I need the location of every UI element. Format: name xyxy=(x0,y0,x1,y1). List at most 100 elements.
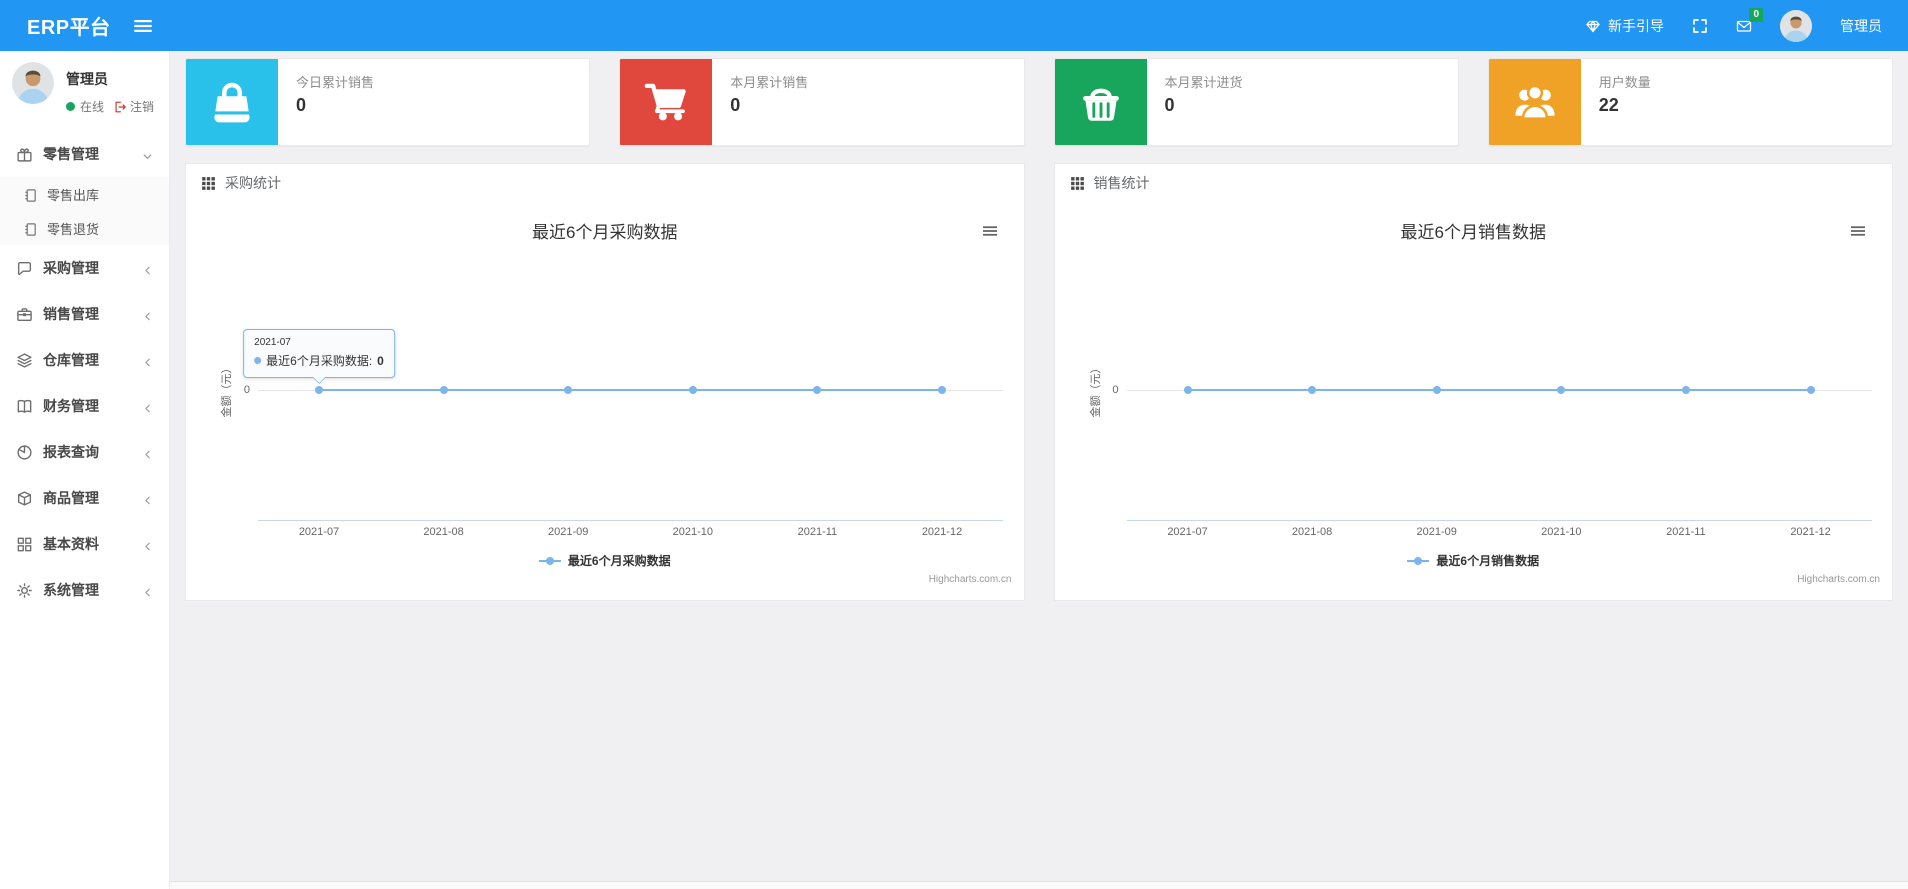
y-axis-title: 金额（元） xyxy=(1089,362,1102,418)
stat-card-label: 本月累计进货 xyxy=(1164,75,1243,90)
navbar-user-name: 管理员 xyxy=(1840,17,1882,34)
stat-card-icon-box xyxy=(1054,59,1147,145)
online-status-dot xyxy=(66,102,75,111)
top-navbar: ERP平台 新手引导 0 管理员 xyxy=(0,0,1908,51)
data-point-marker[interactable] xyxy=(938,386,946,394)
book-icon xyxy=(17,400,32,414)
guide-button[interactable]: 新手引导 xyxy=(1585,16,1664,36)
y-axis-tick-label: 0 xyxy=(243,384,250,396)
tooltip-series-text: 最近6个月采购数据: xyxy=(266,354,373,368)
data-point-marker[interactable] xyxy=(1806,386,1815,394)
stat-card-label: 本月累计销售 xyxy=(730,75,809,90)
sidebar-toggle-button[interactable] xyxy=(133,16,153,36)
stat-card-today-sales: 今日累计销售 0 xyxy=(185,58,591,146)
chevron-left-icon xyxy=(145,266,150,275)
x-axis-label: 2021-07 xyxy=(298,526,340,538)
stat-card-value: 22 xyxy=(1598,95,1619,115)
th-icon xyxy=(1070,176,1084,190)
legend-item[interactable]: 最近6个月采购数据 xyxy=(186,552,1024,569)
gear-icon xyxy=(17,583,32,599)
data-point-marker[interactable] xyxy=(1557,386,1566,394)
data-point-marker[interactable] xyxy=(564,386,573,394)
x-axis-label: 2021-12 xyxy=(1790,526,1831,538)
x-axis-label: 2021-08 xyxy=(1291,526,1333,538)
sidebar: 管理员 在线 注销 零售管理 零售出库 零售退货 采购管理 销售管理 仓库管理 财务管理 报表… xyxy=(0,51,170,889)
stat-card-value: 0 xyxy=(1164,95,1175,115)
sidebar-item-reports[interactable]: 报表查询 xyxy=(0,429,169,475)
sidebar-item-retail-outbound[interactable]: 零售出库 xyxy=(0,177,169,211)
gem-icon xyxy=(1586,20,1600,32)
package-icon xyxy=(17,491,32,506)
data-point-marker[interactable] xyxy=(439,386,448,394)
tooltip-series-dot xyxy=(254,357,262,364)
sidebar-item-purchase[interactable]: 采购管理 xyxy=(0,245,169,291)
x-axis-line xyxy=(258,520,1003,521)
briefcase-icon xyxy=(17,308,32,322)
sidebar-item-basic-data[interactable]: 基本资料 xyxy=(0,521,169,567)
purchase-chart: 最近6个月采购数据 金额（元） 0 2021-07 2021-08 2021-09 2021… xyxy=(186,202,1024,600)
legend-item[interactable]: 最近6个月销售数据 xyxy=(1055,552,1893,569)
comment-icon xyxy=(17,262,32,276)
fullscreen-button[interactable] xyxy=(1692,18,1708,34)
data-point-marker[interactable] xyxy=(1681,386,1690,394)
stat-cards-row: 今日累计销售 0 本月累计销售 0 本月累计进货 0 用户数量 22 xyxy=(185,58,1893,146)
navbar-right: 新手引导 0 管理员 xyxy=(1585,7,1908,42)
layers-icon xyxy=(17,353,32,368)
x-axis-label: 2021-10 xyxy=(672,526,713,538)
chevron-left-icon xyxy=(145,450,150,459)
stat-card-icon-box xyxy=(620,59,713,145)
grid-icon xyxy=(17,537,32,552)
gift-icon xyxy=(17,148,32,162)
data-point-marker[interactable] xyxy=(813,386,822,394)
sidebar-item-system[interactable]: 系统管理 xyxy=(0,567,169,613)
chart-export-menu-button[interactable] xyxy=(1850,222,1866,238)
legend-marker-icon xyxy=(1407,556,1430,565)
stat-card-icon-box xyxy=(1488,59,1581,145)
logout-link[interactable]: 注销 xyxy=(113,98,154,115)
chevron-left-icon xyxy=(145,312,150,321)
sidebar-item-warehouse[interactable]: 仓库管理 xyxy=(0,337,169,383)
data-point-marker[interactable] xyxy=(1308,386,1317,394)
hamburger-icon xyxy=(133,19,152,32)
stat-card-user-count: 用户数量 22 xyxy=(1487,58,1893,146)
sidebar-menu: 零售管理 零售出库 零售退货 采购管理 销售管理 仓库管理 财务管理 报表查询 商品管理 基本资料… xyxy=(0,131,169,613)
navbar-avatar[interactable] xyxy=(1780,9,1812,42)
charts-row: 采购统计 最近6个月采购数据 金额（元） 0 2021-07 2021-08 2021-0… xyxy=(185,163,1893,601)
avatar-icon xyxy=(12,62,54,104)
tooltip-value: 0 xyxy=(377,353,384,368)
sidebar-user-name: 管理员 xyxy=(66,71,108,87)
messages-button[interactable]: 0 xyxy=(1736,7,1763,34)
panel-purchase-stats: 采购统计 最近6个月采购数据 金额（元） 0 2021-07 2021-08 2021-0… xyxy=(185,163,1025,601)
sidebar-item-goods[interactable]: 商品管理 xyxy=(0,475,169,521)
x-axis-label: 2021-12 xyxy=(921,526,963,538)
stat-card-value: 0 xyxy=(296,95,307,115)
y-axis-title: 金额（元） xyxy=(221,362,233,418)
data-point-marker[interactable] xyxy=(1183,386,1192,394)
series-line xyxy=(1187,389,1811,391)
panel-sales-stats: 销售统计 最近6个月销售数据 金额（元） 0 2021-07 2021-08 2021-0… xyxy=(1053,163,1893,601)
stat-card-value: 0 xyxy=(730,95,741,115)
sidebar-user-panel: 管理员 在线 注销 xyxy=(0,51,169,123)
data-point-marker[interactable] xyxy=(315,386,323,394)
x-axis-label: 2021-10 xyxy=(1541,526,1582,538)
chart-title: 最近6个月采购数据 xyxy=(532,223,678,242)
online-status-label: 在线 xyxy=(80,100,105,114)
guide-label: 新手引导 xyxy=(1608,17,1664,34)
chevron-left-icon xyxy=(145,496,150,505)
export-menu-icon xyxy=(982,226,997,236)
sidebar-item-finance[interactable]: 财务管理 xyxy=(0,383,169,429)
data-point-marker[interactable] xyxy=(1432,386,1441,394)
stat-card-month-purchase: 本月累计进货 0 xyxy=(1053,58,1459,146)
panel-purchase-header: 采购统计 xyxy=(186,164,1024,202)
chevron-down-icon xyxy=(143,154,152,160)
sidebar-item-retail[interactable]: 零售管理 xyxy=(0,131,169,177)
pie-icon xyxy=(17,445,32,460)
highcharts-credits-link[interactable]: Highcharts.com.cn xyxy=(1797,574,1880,585)
sidebar-item-retail-return[interactable]: 零售退货 xyxy=(0,211,169,245)
chart-export-menu-button[interactable] xyxy=(982,222,998,238)
sidebar-avatar[interactable] xyxy=(12,62,54,104)
tooltip-category: 2021-07 xyxy=(254,337,291,348)
data-point-marker[interactable] xyxy=(688,386,697,394)
sidebar-item-sales[interactable]: 销售管理 xyxy=(0,291,169,337)
highcharts-credits-link[interactable]: Highcharts.com.cn xyxy=(929,574,1012,585)
